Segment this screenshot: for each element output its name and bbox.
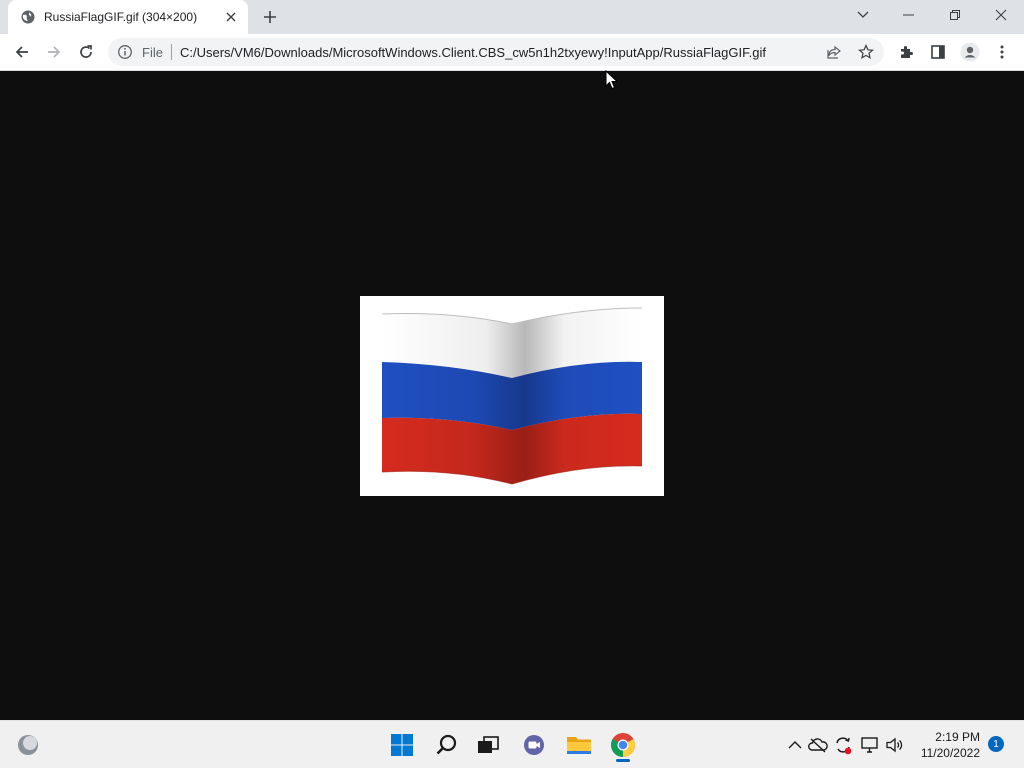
browser-toolbar: File C:/Users/VM6/Downloads/MicrosoftWin… — [0, 34, 1024, 71]
search-button[interactable] — [431, 729, 463, 761]
sync-icon — [836, 737, 852, 755]
menu-button[interactable] — [988, 38, 1016, 66]
address-bar[interactable]: File C:/Users/VM6/Downloads/MicrosoftWin… — [108, 38, 884, 66]
teams-chat-button[interactable] — [518, 729, 550, 761]
restore-button[interactable] — [932, 0, 978, 30]
forward-button[interactable] — [40, 38, 68, 66]
volume-icon — [886, 737, 903, 753]
network-icon — [861, 737, 878, 753]
chrome-icon — [611, 733, 636, 757]
mouse-cursor-icon — [605, 70, 619, 90]
file-explorer-icon — [567, 737, 591, 754]
taskbar: 2:19 PM 11/20/2022 — [0, 720, 1024, 768]
active-app-indicator — [616, 759, 630, 762]
show-hidden-icons-button[interactable] — [785, 735, 805, 755]
reload-button[interactable] — [72, 38, 100, 66]
restore-icon — [950, 10, 960, 20]
search-icon — [436, 734, 457, 755]
widgets-icon — [18, 735, 38, 755]
url-text[interactable]: C:/Users/VM6/Downloads/MicrosoftWindows.… — [180, 45, 766, 60]
task-view-icon — [478, 736, 499, 753]
tab-close-icon[interactable] — [222, 8, 240, 26]
avatar-icon — [960, 42, 980, 62]
kebab-menu-icon — [1000, 45, 1004, 59]
task-view-button[interactable] — [472, 729, 504, 761]
profile-button[interactable] — [956, 38, 984, 66]
globe-icon — [20, 9, 36, 25]
onedrive-icon — [808, 738, 828, 753]
tab-search-button[interactable] — [840, 0, 886, 30]
reload-icon — [80, 45, 92, 58]
scheme-label: File — [142, 45, 163, 60]
chevron-down-icon — [857, 11, 869, 18]
extensions-button[interactable] — [892, 38, 920, 66]
chevron-up-icon — [788, 741, 802, 749]
file-explorer-button[interactable] — [563, 729, 595, 761]
close-icon — [995, 9, 1007, 21]
system-clock[interactable]: 2:19 PM 11/20/2022 — [912, 729, 980, 761]
start-icon — [391, 734, 413, 756]
share-icon[interactable] — [824, 42, 844, 62]
back-button[interactable] — [8, 38, 36, 66]
clock-date: 11/20/2022 — [920, 746, 980, 760]
info-icon[interactable] — [117, 44, 133, 60]
minimize-button[interactable] — [886, 0, 932, 30]
volume-button[interactable] — [885, 735, 905, 755]
notification-badge[interactable]: 1 — [988, 736, 1004, 752]
widgets-button[interactable] — [12, 729, 44, 761]
russia-flag-image[interactable] — [360, 296, 664, 496]
arrow-left-icon — [15, 46, 28, 58]
tab-strip: RussiaFlagGIF.gif (304×200) — [0, 0, 1024, 34]
teams-chat-icon — [524, 735, 544, 755]
start-button[interactable] — [386, 729, 418, 761]
plus-icon — [264, 11, 276, 23]
network-button[interactable] — [860, 735, 880, 755]
side-panel-icon — [931, 45, 945, 59]
browser-tab[interactable]: RussiaFlagGIF.gif (304×200) — [8, 0, 248, 34]
new-tab-button[interactable] — [258, 5, 282, 29]
star-icon[interactable] — [856, 42, 876, 62]
onedrive-button[interactable] — [808, 735, 828, 755]
arrow-right-icon — [48, 46, 61, 58]
minimize-icon — [903, 14, 914, 16]
puzzle-icon — [901, 46, 913, 58]
chrome-button[interactable] — [607, 729, 639, 761]
side-panel-button[interactable] — [924, 38, 952, 66]
divider — [171, 44, 172, 60]
page-viewport — [0, 71, 1024, 720]
close-window-button[interactable] — [978, 0, 1024, 30]
sync-button[interactable] — [833, 735, 853, 755]
tab-title: RussiaFlagGIF.gif (304×200) — [44, 10, 198, 24]
clock-time: 2:19 PM — [935, 730, 980, 744]
